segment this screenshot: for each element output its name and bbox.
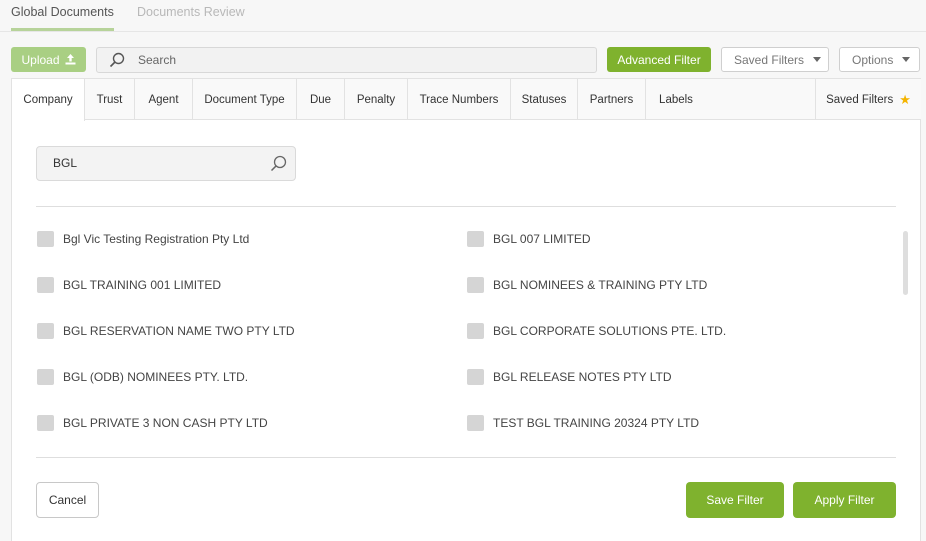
filter-tab-statuses[interactable]: Statuses — [511, 79, 578, 120]
company-option-label: BGL NOMINEES & TRAINING PTY LTD — [493, 278, 708, 292]
company-option[interactable]: TEST BGL TRAINING 20324 PTY LTD — [467, 413, 699, 433]
upload-label: Upload — [21, 52, 60, 67]
company-search-input[interactable]: BGL — [36, 146, 296, 181]
chevron-down-icon — [902, 57, 911, 62]
checkbox[interactable] — [467, 277, 484, 293]
company-option-label: BGL 007 LIMITED — [493, 232, 591, 246]
search-input[interactable]: Search — [96, 47, 597, 73]
options-label: Options — [852, 52, 894, 67]
list-scrollbar[interactable] — [903, 231, 908, 295]
company-option-label: Bgl Vic Testing Registration Pty Ltd — [63, 232, 250, 246]
company-option[interactable]: BGL CORPORATE SOLUTIONS PTE. LTD. — [467, 321, 726, 341]
filter-tab-trace-numbers[interactable]: Trace Numbers — [408, 79, 511, 120]
filter-tab-partners[interactable]: Partners — [578, 79, 646, 120]
company-option-label: BGL PRIVATE 3 NON CASH PTY LTD — [63, 416, 268, 430]
checkbox[interactable] — [37, 323, 54, 339]
checkbox[interactable] — [37, 231, 54, 247]
star-icon: ★ — [899, 91, 911, 107]
cancel-button[interactable]: Cancel — [36, 482, 99, 518]
active-tab-indicator — [11, 28, 114, 31]
company-search-value: BGL — [53, 156, 78, 170]
divider — [36, 457, 896, 458]
company-option[interactable]: BGL RESERVATION NAME TWO PTY LTD — [37, 321, 295, 341]
filter-tab-due[interactable]: Due — [297, 79, 345, 120]
company-option-label: BGL RESERVATION NAME TWO PTY LTD — [63, 324, 295, 338]
upload-button[interactable]: Upload — [11, 47, 86, 72]
filter-tab-saved-filters[interactable]: Saved Filters ★ — [815, 79, 921, 120]
company-option-label: BGL CORPORATE SOLUTIONS PTE. LTD. — [493, 324, 727, 338]
checkbox[interactable] — [467, 415, 484, 431]
company-option[interactable]: Bgl Vic Testing Registration Pty Ltd — [37, 229, 249, 249]
tab-global-documents[interactable]: Global Documents — [11, 5, 114, 19]
top-tab-bar: Global Documents Documents Review — [0, 0, 926, 32]
search-placeholder: Search — [138, 53, 177, 67]
filter-tab-bar: Company Trust Agent Document Type Due Pe… — [12, 79, 921, 121]
company-option-label: BGL (ODB) NOMINEES PTY. LTD. — [63, 370, 249, 384]
filter-tab-agent[interactable]: Agent — [135, 79, 193, 120]
filter-tab-trust[interactable]: Trust — [85, 79, 135, 120]
checkbox[interactable] — [37, 277, 54, 293]
options-dropdown[interactable]: Options — [839, 47, 920, 72]
company-option[interactable]: BGL PRIVATE 3 NON CASH PTY LTD — [37, 413, 268, 433]
company-option[interactable]: BGL TRAINING 001 LIMITED — [37, 275, 221, 295]
save-filter-button[interactable]: Save Filter — [686, 482, 784, 518]
tab-documents-review[interactable]: Documents Review — [137, 5, 245, 19]
company-option[interactable]: BGL 007 LIMITED — [467, 229, 591, 249]
upload-icon — [65, 54, 76, 65]
company-option[interactable]: BGL (ODB) NOMINEES PTY. LTD. — [37, 367, 248, 387]
company-option[interactable]: BGL NOMINEES & TRAINING PTY LTD — [467, 275, 707, 295]
advanced-filter-button[interactable]: Advanced Filter — [607, 47, 711, 72]
saved-filters-tab-label: Saved Filters — [826, 93, 894, 106]
filter-tab-penalty[interactable]: Penalty — [345, 79, 408, 120]
apply-filter-button[interactable]: Apply Filter — [793, 482, 896, 518]
company-option-label: BGL RELEASE NOTES PTY LTD — [493, 370, 672, 384]
checkbox[interactable] — [37, 369, 54, 385]
chevron-down-icon — [813, 57, 822, 62]
search-icon — [109, 52, 125, 68]
filter-tab-labels[interactable]: Labels — [646, 79, 706, 120]
saved-filters-dropdown[interactable]: Saved Filters — [721, 47, 829, 72]
checkbox[interactable] — [467, 323, 484, 339]
checkbox[interactable] — [37, 415, 54, 431]
company-option-label: BGL TRAINING 001 LIMITED — [63, 278, 222, 292]
checkbox[interactable] — [467, 369, 484, 385]
saved-filters-label: Saved Filters — [734, 52, 805, 67]
advanced-filter-panel: Company Trust Agent Document Type Due Pe… — [11, 78, 921, 541]
search-icon — [270, 155, 287, 172]
company-option[interactable]: BGL RELEASE NOTES PTY LTD — [467, 367, 672, 387]
divider — [36, 206, 896, 207]
filter-tab-document-type[interactable]: Document Type — [193, 79, 297, 120]
company-option-label: TEST BGL TRAINING 20324 PTY LTD — [493, 416, 700, 430]
filter-tab-company[interactable]: Company — [12, 79, 85, 121]
checkbox[interactable] — [467, 231, 484, 247]
